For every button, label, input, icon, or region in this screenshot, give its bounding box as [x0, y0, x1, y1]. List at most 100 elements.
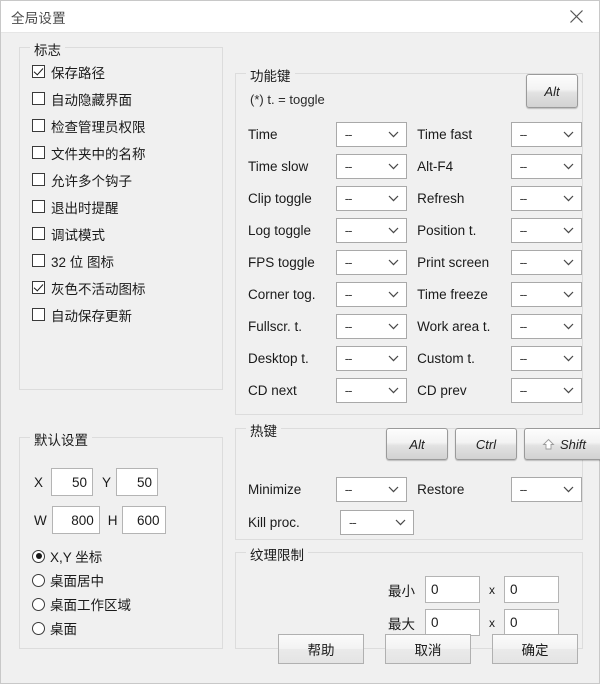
function-key-right-combo-5[interactable]: --: [510, 281, 582, 307]
hotkey-modifier-ctrl-button[interactable]: Ctrl: [455, 428, 517, 460]
chevron-down-icon: [388, 291, 399, 297]
default-radio-row-1[interactable]: 桌面居中: [20, 568, 222, 592]
function-key-left-combo-0-value: --: [344, 126, 353, 142]
function-key-left-combo-3[interactable]: --: [335, 217, 408, 243]
function-keys-rows: Time -- Time fast -- Time slow -- Alt-F4 -- Clip…: [236, 118, 582, 406]
function-key-left-combo-2-value: --: [344, 190, 353, 206]
cancel-button[interactable]: 取消: [385, 634, 471, 664]
ok-button[interactable]: 确定: [492, 634, 578, 664]
hotkey-row-0: Minimize -- Restore --: [236, 473, 582, 506]
function-key-right-combo-0[interactable]: --: [510, 121, 582, 147]
hotkey-modifier-shift-button[interactable]: Shift: [524, 428, 600, 460]
y-input[interactable]: 50: [116, 468, 159, 496]
flag-row-6[interactable]: 调试模式: [20, 220, 222, 247]
function-key-left-combo-0[interactable]: --: [335, 121, 408, 147]
function-key-right-combo-7[interactable]: --: [510, 345, 582, 371]
function-key-left-combo-4-value: --: [344, 254, 353, 270]
function-key-left-label-0: Time: [248, 126, 278, 142]
flag-row-0[interactable]: 保存路径: [20, 58, 222, 85]
function-key-left-combo-5[interactable]: --: [335, 281, 408, 307]
function-key-right-combo-0-value: --: [519, 126, 528, 142]
flag-row-5[interactable]: 退出时提醒: [20, 193, 222, 220]
function-key-row-8: CD next -- CD prev --: [236, 374, 582, 406]
flag-label-0: 保存路径: [51, 65, 105, 81]
chevron-down-icon: [388, 259, 399, 265]
flag-label-6: 调试模式: [51, 227, 105, 243]
w-input[interactable]: 800: [51, 506, 100, 534]
defaults-radio-group: X,Y 坐标 桌面居中 桌面工作区域 桌面: [20, 544, 222, 640]
flag-checkbox-7[interactable]: [32, 254, 45, 267]
function-key-right-combo-5-value: --: [519, 286, 528, 302]
x-input[interactable]: 50: [51, 468, 94, 496]
hotkey-modifier-alt-button[interactable]: Alt: [386, 428, 448, 460]
flag-row-3[interactable]: 文件夹中的名称: [20, 139, 222, 166]
function-key-right-label-0: Time fast: [417, 126, 473, 142]
texture-limit-width-0[interactable]: 0: [425, 576, 480, 603]
function-key-right-label-3: Position t.: [417, 222, 477, 238]
function-key-left-combo-1[interactable]: --: [335, 153, 408, 179]
chevron-down-icon: [395, 519, 406, 526]
flag-checkbox-2[interactable]: [32, 119, 45, 132]
flag-checkbox-6[interactable]: [32, 227, 45, 240]
function-key-left-label-4: FPS toggle: [248, 254, 315, 270]
function-key-right-combo-4-value: --: [519, 254, 528, 270]
flag-checkbox-5[interactable]: [32, 200, 45, 213]
flag-checkbox-3[interactable]: [32, 146, 45, 159]
flag-row-2[interactable]: 检查管理员权限: [20, 112, 222, 139]
default-radio-0[interactable]: [32, 549, 45, 563]
flag-row-1[interactable]: 自动隐藏界面: [20, 85, 222, 112]
function-key-right-label-2: Refresh: [417, 190, 465, 206]
hotkey-left-combo-0[interactable]: --: [335, 477, 408, 502]
flag-label-7: 32 位 图标: [51, 254, 115, 270]
function-key-row-6: Fullscr. t. -- Work area t. --: [236, 310, 582, 342]
flag-checkbox-8[interactable]: [32, 281, 45, 294]
function-key-right-combo-3[interactable]: --: [510, 217, 582, 243]
flag-checkbox-1[interactable]: [32, 92, 45, 105]
function-key-right-combo-8-value: --: [519, 382, 528, 398]
function-key-left-combo-2[interactable]: --: [335, 185, 408, 211]
hotkey-left-combo-1[interactable]: --: [340, 510, 414, 535]
function-key-right-combo-2[interactable]: --: [510, 185, 582, 211]
flag-checkbox-9[interactable]: [32, 308, 45, 321]
default-radio-row-0[interactable]: X,Y 坐标: [20, 544, 222, 568]
flags-group: 标志 保存路径 自动隐藏界面 检查管理员权限 文件夹中的名称 允许多个钩子 退出时提醒 调试…: [19, 39, 223, 390]
flag-label-8: 灰色不活动图标: [51, 281, 146, 297]
default-radio-1[interactable]: [32, 573, 45, 587]
help-button[interactable]: 帮助: [278, 634, 364, 664]
w-label: W: [34, 512, 47, 528]
flag-checkbox-0[interactable]: [32, 65, 45, 78]
flag-label-9: 自动保存更新: [51, 308, 132, 324]
flag-label-1: 自动隐藏界面: [51, 92, 132, 108]
hotkeys-rows: Minimize -- Restore -- Kill proc. --: [236, 473, 582, 539]
hotkey-right-combo-0[interactable]: --: [510, 477, 582, 502]
flag-row-7[interactable]: 32 位 图标: [20, 247, 222, 274]
close-button[interactable]: [554, 1, 599, 32]
function-key-right-combo-6[interactable]: --: [510, 313, 582, 339]
function-key-left-combo-5-value: --: [344, 286, 353, 302]
hotkey-modifier-shift-label: Shift: [559, 436, 586, 452]
function-key-left-combo-7[interactable]: --: [335, 345, 408, 371]
function-keys-alt-button[interactable]: Alt: [526, 74, 578, 108]
flag-row-9[interactable]: 自动保存更新: [20, 301, 222, 328]
flag-label-4: 允许多个钩子: [51, 173, 132, 189]
flag-row-8[interactable]: 灰色不活动图标: [20, 274, 222, 301]
function-key-right-combo-7-value: --: [519, 350, 528, 366]
default-radio-2[interactable]: [32, 597, 45, 611]
function-key-right-label-6: Work area t.: [417, 318, 491, 334]
function-key-right-combo-8[interactable]: --: [510, 377, 582, 403]
texture-limit-height-0[interactable]: 0: [504, 576, 559, 603]
window-title: 全局设置: [11, 10, 66, 26]
flag-row-4[interactable]: 允许多个钩子: [20, 166, 222, 193]
dialog-footer: 帮助 取消 确定: [1, 627, 599, 683]
function-key-right-combo-3-value: --: [519, 222, 528, 238]
function-key-right-combo-4[interactable]: --: [510, 249, 582, 275]
flag-checkbox-4[interactable]: [32, 173, 45, 186]
function-key-right-combo-1[interactable]: --: [510, 153, 582, 179]
function-key-left-combo-8[interactable]: --: [335, 377, 408, 403]
h-input[interactable]: 600: [121, 506, 166, 534]
default-radio-row-2[interactable]: 桌面工作区域: [20, 592, 222, 616]
flag-label-3: 文件夹中的名称: [51, 146, 146, 162]
function-key-left-combo-4[interactable]: --: [335, 249, 408, 275]
flag-label-2: 检查管理员权限: [51, 119, 146, 135]
function-key-left-combo-6[interactable]: --: [335, 313, 408, 339]
